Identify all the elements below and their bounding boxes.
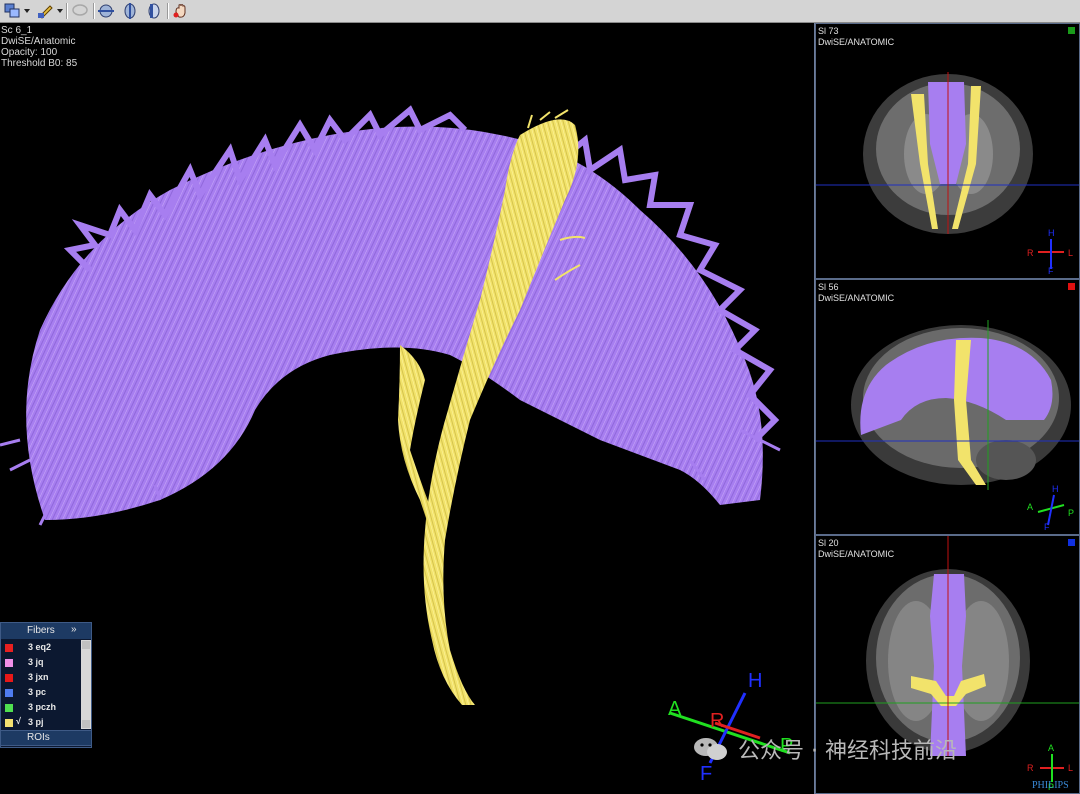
axis-label-r: R: [710, 710, 725, 732]
info-line: DwiSE/Anatomic: [1, 36, 76, 47]
pencil-tool-icon[interactable]: [36, 2, 56, 20]
hand-tool-icon[interactable]: [171, 2, 191, 20]
orient-p: P: [1068, 508, 1075, 518]
info-line: Sc 6_1: [1, 25, 33, 36]
color-swatch[interactable]: [5, 704, 13, 712]
axis-label-f: F: [700, 763, 713, 785]
secondary-tract: [398, 345, 440, 560]
axis-label-h: H: [748, 670, 763, 692]
sagittal-view-icon[interactable]: [120, 2, 140, 20]
orient-l: L: [1068, 763, 1074, 773]
layers-dropdown-icon[interactable]: [23, 2, 31, 20]
color-swatch[interactable]: [5, 659, 13, 667]
fibers-header[interactable]: Fibers »: [1, 623, 91, 639]
view-info: Sc 6_1 DwiSE/Anatomic Opacity: 100 Thres…: [1, 25, 77, 69]
color-swatch[interactable]: [5, 719, 13, 727]
fiber-label: 3 jxn: [28, 672, 49, 682]
fiber-item[interactable]: √ 3 pj: [1, 715, 81, 730]
layers-tool-icon[interactable]: [3, 2, 23, 20]
coronal-brain-image: [816, 72, 1079, 269]
orient-a: A: [1027, 502, 1034, 512]
fibers-title: Fibers: [27, 625, 55, 636]
fiber-item[interactable]: 3 pczh: [1, 700, 81, 715]
sagittal-view-panel[interactable]: Sl 56 DwiSE/ANATOMIC A P H F: [815, 279, 1080, 535]
axis-label-a: A: [668, 698, 682, 720]
check-mark[interactable]: √: [16, 716, 21, 726]
color-swatch[interactable]: [5, 644, 13, 652]
fiber-item[interactable]: 3 eq2: [1, 640, 81, 655]
orient-r: R: [1027, 248, 1034, 258]
orient-h: H: [1048, 228, 1055, 238]
info-line: Threshold B0: 85: [1, 58, 78, 69]
orient-h: H: [1052, 484, 1059, 494]
fiber-label: 3 pj: [28, 717, 44, 727]
color-swatch[interactable]: [5, 674, 13, 682]
rois-header[interactable]: ROIs: [0, 730, 92, 746]
sagittal-brain-image: [816, 320, 1079, 526]
scroll-down-icon[interactable]: [82, 720, 90, 728]
orientation-axes: [669, 692, 791, 764]
orient-l: L: [1068, 248, 1074, 258]
lasso-tool-icon[interactable]: [70, 2, 90, 20]
wechat-icon: [694, 738, 727, 760]
coronal-view-panel[interactable]: Sl 73 DwiSE/ANATOMIC R L H F: [815, 23, 1080, 279]
watermark: 公众号 · 神经科技前沿: [692, 734, 957, 764]
color-swatch[interactable]: [5, 689, 13, 697]
fiber-item[interactable]: 3 jxn: [1, 670, 81, 685]
fiber-label: 3 pc: [28, 687, 47, 697]
pencil-dropdown-icon[interactable]: [56, 2, 64, 20]
orient-f: F: [1044, 522, 1050, 532]
fiber-label: 3 jq: [28, 657, 44, 667]
rois-title: ROIs: [27, 732, 50, 743]
coronal-view-icon[interactable]: [144, 2, 164, 20]
info-line: Opacity: 100: [1, 47, 58, 58]
orient-r: R: [1027, 763, 1034, 773]
toolbar: [0, 0, 1080, 23]
brand-logo: PHILIPS: [1032, 780, 1069, 791]
expand-button[interactable]: »: [71, 622, 77, 638]
orient-a: A: [1048, 743, 1055, 753]
fiber-item[interactable]: 3 jq: [1, 655, 81, 670]
axial-view-icon[interactable]: [96, 2, 116, 20]
fiber-label: 3 eq2: [28, 642, 52, 652]
fiber-label: 3 pczh: [28, 702, 57, 712]
watermark-text: 公众号 · 神经科技前沿: [738, 739, 957, 764]
fiber-item[interactable]: 3 pc: [1, 685, 81, 700]
fibers-scrollbar[interactable]: [81, 640, 91, 729]
orient-f: F: [1048, 266, 1054, 276]
scroll-up-icon[interactable]: [82, 641, 90, 649]
